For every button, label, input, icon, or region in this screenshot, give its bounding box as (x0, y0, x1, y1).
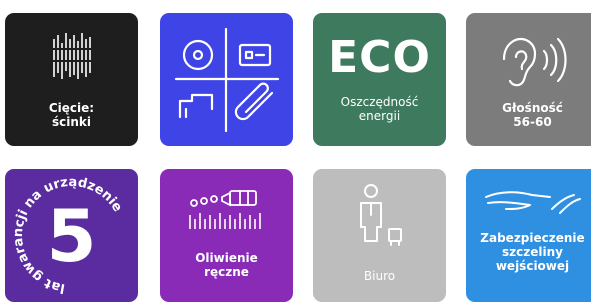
feature-tile-usage: Biuro (313, 169, 446, 302)
tile-label-line: ścinki (51, 115, 91, 129)
tile-label-line: 56-60 (513, 115, 552, 129)
warranty-years: 5 (46, 194, 97, 278)
tile-label-line: Zabezpieczenie (480, 231, 585, 245)
tile-label-cutting: Cięcie: ścinki (7, 101, 136, 129)
feature-tile-office (160, 13, 293, 146)
feature-tile-oiling: Oliwienie ręczne (160, 169, 293, 302)
feature-tile-warranty: lat gwarancji na urządzenie 5 (5, 169, 138, 302)
feature-tile-cutting: Cięcie: ścinki (5, 13, 138, 146)
feature-tile-noise: Głośność 56-60 (466, 13, 591, 146)
tile-label-line: ręczne (204, 265, 249, 279)
tile-label-line: Biuro (363, 269, 396, 283)
feature-tile-safety: Zabezpieczenie szczeliny wejściowej (466, 169, 591, 302)
tile-label-eco: Oszczędność energii (315, 95, 444, 123)
office-supplies-icon (160, 13, 293, 146)
feature-tile-eco: ECO Oszczędność energii (313, 13, 446, 146)
tile-label-line: Głośność (502, 101, 563, 115)
tile-label-line: Cięcie: (48, 101, 95, 115)
tile-label-line: Oszczędność (340, 95, 419, 109)
tile-label-oiling: Oliwienie ręczne (162, 251, 291, 279)
tile-label-line: szczeliny (502, 245, 563, 259)
tile-label-line: wejściowej (495, 259, 570, 273)
tile-label-line: energii (358, 109, 401, 123)
tile-label-usage: Biuro (315, 269, 444, 283)
oil-drops-icon (160, 169, 293, 302)
tile-label-line: Oliwienie (195, 251, 258, 265)
tile-label-safety: Zabezpieczenie szczeliny wejściowej (468, 231, 591, 273)
eco-badge: ECO (328, 32, 431, 83)
tile-label-noise: Głośność 56-60 (468, 101, 591, 129)
